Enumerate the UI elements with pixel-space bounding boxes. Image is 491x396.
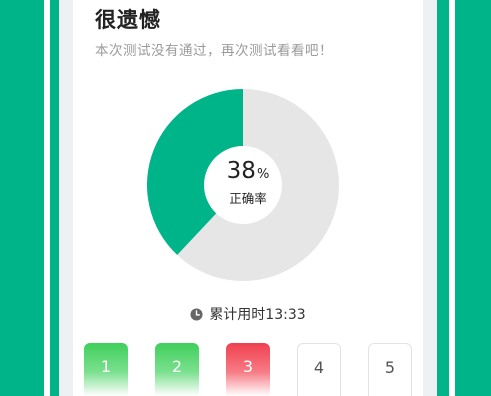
total-time: 累计用时13:33 [73,304,423,324]
accuracy-percent-unit: % [256,167,270,182]
accuracy-label: 正确率 [229,191,267,206]
clock-icon [190,307,203,321]
accuracy-donut-chart [146,89,339,281]
question-number: 1 [100,357,112,376]
result-subtitle: 本次测试没有通过，再次测试看看吧！ [95,43,333,59]
question-button-5[interactable]: 5 [368,343,412,396]
total-time-text: 累计用时13:33 [209,307,306,323]
question-button-4[interactable]: 4 [297,343,341,396]
question-number: 5 [384,358,396,377]
accuracy-percent: 38% [73,158,423,184]
right-stripe-pale [423,0,437,396]
question-number: 2 [171,357,183,376]
left-stripe-outer [0,0,44,396]
result-card: 很遗憾 本次测试没有通过，再次测试看看吧！ 38% 正确率 累计用时13:33 … [73,0,423,396]
right-stripe-outer [455,0,491,396]
question-number: 3 [242,357,254,376]
right-stripe-inner [437,0,449,396]
result-title: 很遗憾 [95,8,161,32]
question-button-3[interactable]: 3 [226,343,270,396]
question-number: 4 [313,358,325,377]
question-button-2[interactable]: 2 [155,343,199,396]
accuracy-percent-value: 38 [226,158,256,184]
left-stripe-inner [50,0,59,396]
left-stripe-pale [59,0,73,396]
question-button-1[interactable]: 1 [84,343,128,396]
